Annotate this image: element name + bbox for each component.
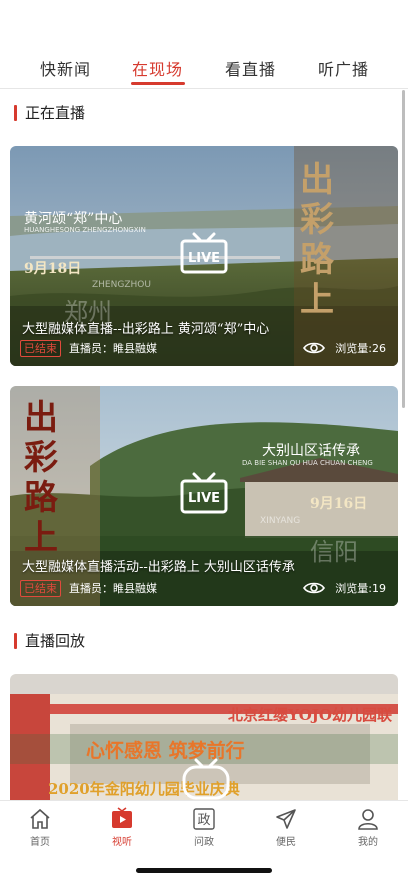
play-icon (112, 807, 132, 828)
svg-text:政: 政 (197, 813, 210, 828)
status-badge: 已结束 (20, 339, 61, 357)
user-icon (358, 809, 378, 830)
view-count: 浏览量:19 (335, 582, 386, 595)
tab-home[interactable]: 首页 (10, 807, 70, 848)
card-2-meta: 已结束 直播员：睢县融媒 浏览量:19 (20, 578, 386, 598)
send-icon (276, 809, 296, 829)
home-icon (30, 808, 50, 829)
card-2-image-city: 信阳 (310, 538, 358, 566)
eye-icon (303, 342, 326, 354)
banner-kindergarten-name: 北京红缨YOJO幼儿园联 (228, 706, 392, 724)
top-tab-bar: 快新闻 在现场 看直播 听广播 (0, 44, 408, 89)
live-icon[interactable]: LIVE (180, 232, 228, 274)
live-icon[interactable]: LIVE (180, 472, 228, 514)
card-2-image-date: 9月16日 (310, 496, 368, 512)
status-badge: 已结束 (20, 579, 61, 597)
tab-politics[interactable]: 政 问政 (174, 807, 234, 848)
live-card-1[interactable]: 黄河颂“郑”中心 HUANGHESONG ZHENGZHONGXIN 9月18日… (10, 146, 398, 366)
svg-text:LIVE: LIVE (188, 251, 220, 266)
tab-radio[interactable]: 听广播 (318, 56, 369, 80)
tab-mine[interactable]: 我的 (338, 807, 398, 848)
tab-on-site[interactable]: 在现场 (132, 56, 183, 80)
zheng-icon: 政 (193, 808, 215, 830)
tab-kuai-news[interactable]: 快新闻 (40, 56, 91, 80)
tab-audio-video[interactable]: 视听 (92, 807, 152, 848)
eye-icon (303, 582, 326, 594)
scrollbar[interactable] (402, 90, 405, 408)
live-card-2[interactable]: 出彩路上 大别山区话传承 DA BIE SHAN QU HUA CHUAN CH… (10, 386, 398, 606)
tab-watch-live[interactable]: 看直播 (225, 56, 276, 80)
bottom-tab-bar: 首页 视听 政 问政 便民 我的 (0, 800, 408, 851)
card-2-image-pinyin: DA BIE SHAN QU HUA CHUAN CHENG (242, 459, 373, 467)
host-label: 直播员：睢县融媒 (69, 342, 157, 355)
card-2-image-headline: 大别山区话传承 (262, 443, 360, 459)
card-1-image-date: 9月18日 (24, 261, 82, 277)
tab-convenience[interactable]: 便民 (256, 807, 316, 848)
replay-tv-icon[interactable] (182, 758, 230, 800)
home-indicator (136, 868, 272, 873)
section-title-replay: 直播回放 (14, 630, 85, 651)
svg-text:LIVE: LIVE (188, 491, 220, 506)
card-1-meta: 已结束 直播员：睢县融媒 浏览量:26 (20, 338, 386, 358)
card-2-title[interactable]: 大型融媒体直播活动--出彩路上 大别山区话传承 (22, 556, 295, 575)
card-1-title[interactable]: 大型融媒体直播--出彩路上 黄河颂“郑”中心 (22, 318, 269, 337)
card-2-brand-calligraphy: 出彩路上 (24, 398, 58, 558)
replay-card-1[interactable]: 北京红缨YOJO幼儿园联 心怀感恩 筑梦前行 2020年金阳幼儿园毕业庆典 (10, 674, 398, 800)
host-label: 直播员：睢县融媒 (69, 582, 157, 595)
card-1-image-headline: 黄河颂“郑”中心 (24, 211, 123, 227)
section-title-live: 正在直播 (14, 102, 85, 123)
active-tab-indicator (131, 82, 185, 85)
card-2-image-city-pinyin: XINYANG (260, 516, 301, 526)
card-1-image-city-pinyin: ZHENGZHOU (92, 280, 151, 290)
card-1-brand-calligraphy: 出彩路上 (300, 160, 334, 320)
card-1-image-pinyin: HUANGHESONG ZHENGZHONGXIN (24, 226, 146, 234)
view-count: 浏览量:26 (335, 342, 386, 355)
